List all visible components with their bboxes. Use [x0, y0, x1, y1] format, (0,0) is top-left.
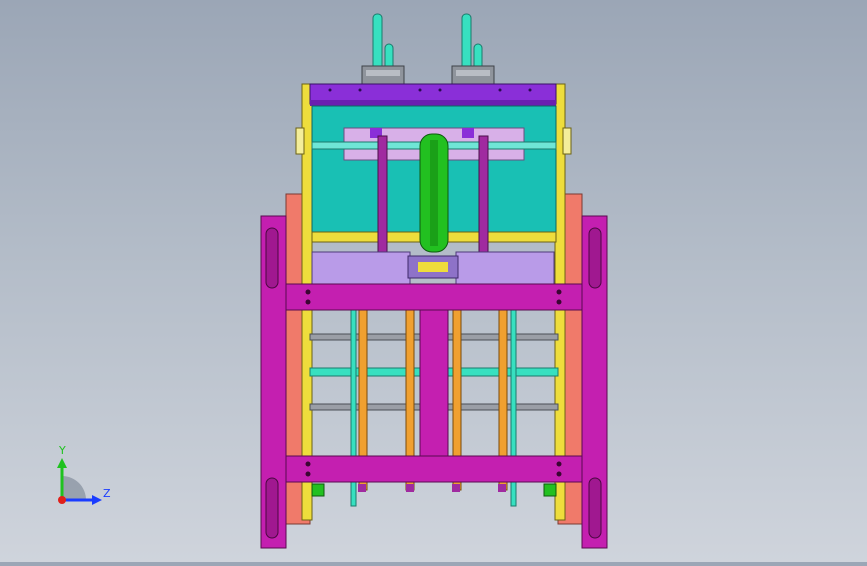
x-axis-dot	[58, 496, 66, 504]
lavender-blocks	[311, 251, 555, 285]
guide-rods-top	[361, 13, 495, 87]
z-axis-label: Z	[103, 487, 111, 500]
y-axis-arrow	[57, 458, 67, 468]
triad-quadrant	[62, 476, 86, 500]
green-belt	[419, 133, 449, 253]
y-axis-label: Y	[58, 444, 66, 457]
z-axis-arrow	[92, 495, 102, 505]
top-plate	[309, 83, 557, 106]
assembly-view: Y Z	[57, 13, 608, 549]
orientation-triad[interactable]: Y Z	[57, 444, 111, 505]
cad-viewport[interactable]: Y Z	[0, 0, 867, 562]
